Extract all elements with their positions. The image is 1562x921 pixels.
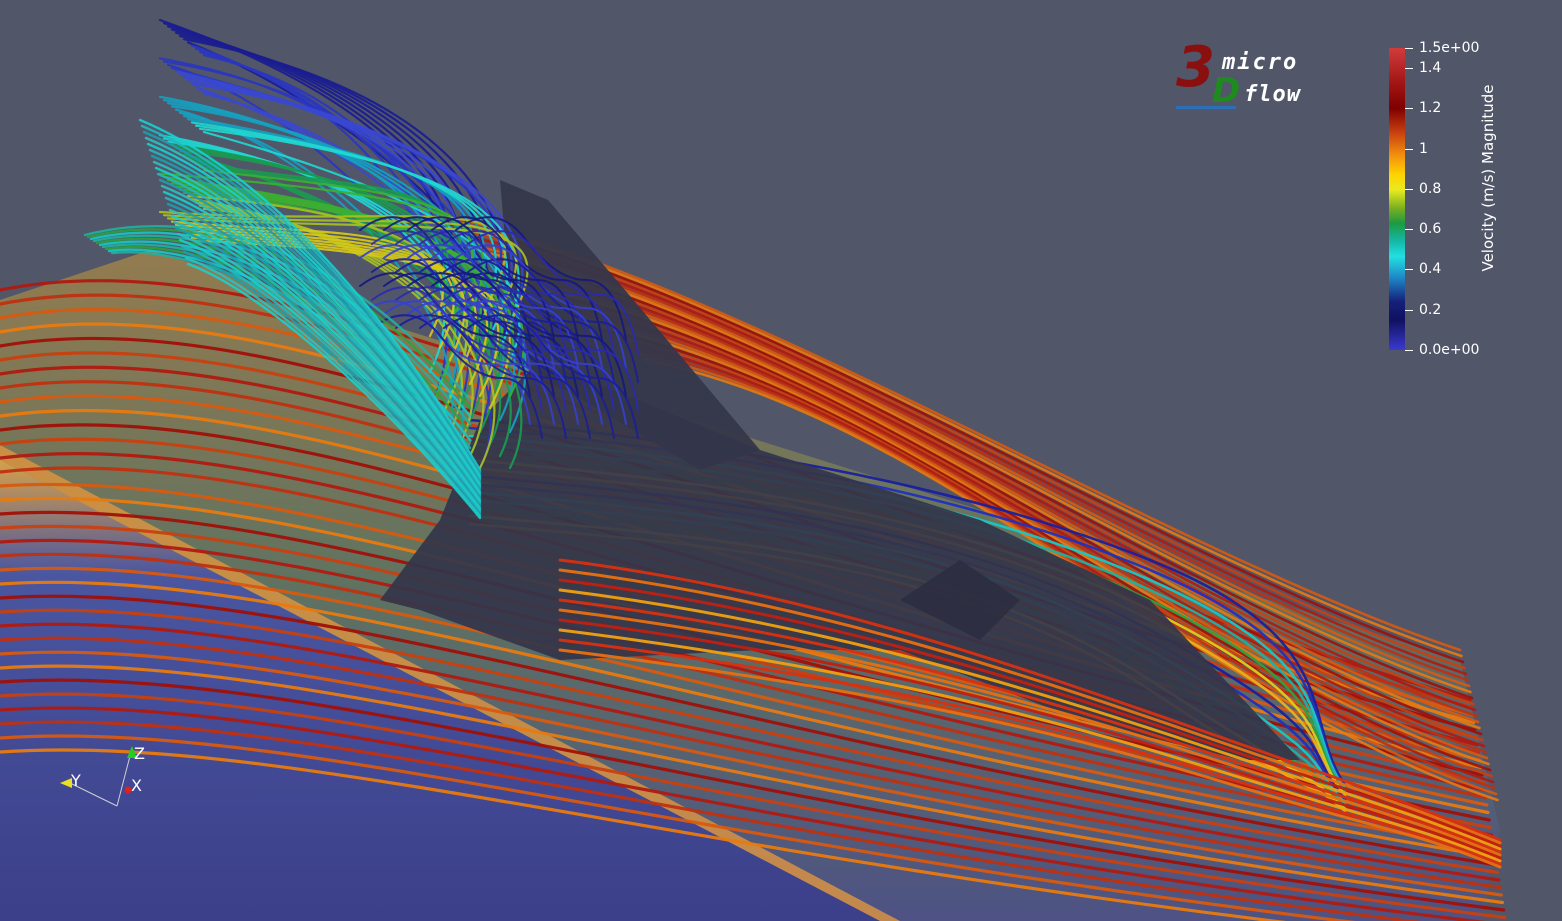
- logo-word-top: micro: [1222, 50, 1299, 75]
- colorbar-tick-label: 1.2: [1419, 100, 1442, 117]
- x-axis-label: X: [131, 776, 142, 795]
- colorbar-tick: [1405, 68, 1413, 70]
- colorbar-tick: [1405, 188, 1413, 190]
- logo-letter: D: [1212, 71, 1241, 111]
- colorbar-tick: [1405, 48, 1413, 49]
- logo-underline: [1176, 106, 1236, 109]
- logo-digit: 3: [1176, 35, 1215, 100]
- colorbar-tick-label: 0.6: [1419, 221, 1442, 238]
- y-axis-label: Y: [71, 771, 81, 790]
- colorbar-tick-label: 0.4: [1419, 261, 1442, 278]
- colorbar-tick-label: 1: [1419, 140, 1428, 157]
- z-axis-label: Z: [134, 744, 145, 763]
- streamline-scene[interactable]: [0, 0, 1562, 921]
- 3dmicroflow-logo: 3 D micro flow: [1172, 40, 1312, 112]
- orientation-axes: Y Z X: [50, 738, 160, 818]
- colorbar-tick-label: 0.8: [1419, 180, 1442, 197]
- render-viewport[interactable]: 3 D micro flow 1.5e+00 1.4 1.2 1 0.8 0.6 0.4 0.…: [0, 0, 1562, 921]
- colorbar-tick: [1405, 269, 1413, 271]
- colorbar-tick-label: 0.2: [1419, 301, 1442, 318]
- colorbar-gradient: [1389, 48, 1405, 350]
- colorbar-tick: [1405, 108, 1413, 110]
- colorbar-tick: [1405, 148, 1413, 150]
- colorbar-tick: [1405, 309, 1413, 311]
- colorbar-tick-label: 1.5e+00: [1419, 40, 1480, 56]
- colorbar-title: Velocity (m/s) Magnitude: [1479, 84, 1497, 272]
- colorbar-tick: [1405, 229, 1413, 231]
- colorbar-tick: [1405, 350, 1413, 351]
- colorbar-tick-label: 0.0e+00: [1419, 342, 1480, 358]
- logo-word-bottom: flow: [1244, 82, 1301, 107]
- colorbar-tick-label: 1.4: [1419, 60, 1442, 77]
